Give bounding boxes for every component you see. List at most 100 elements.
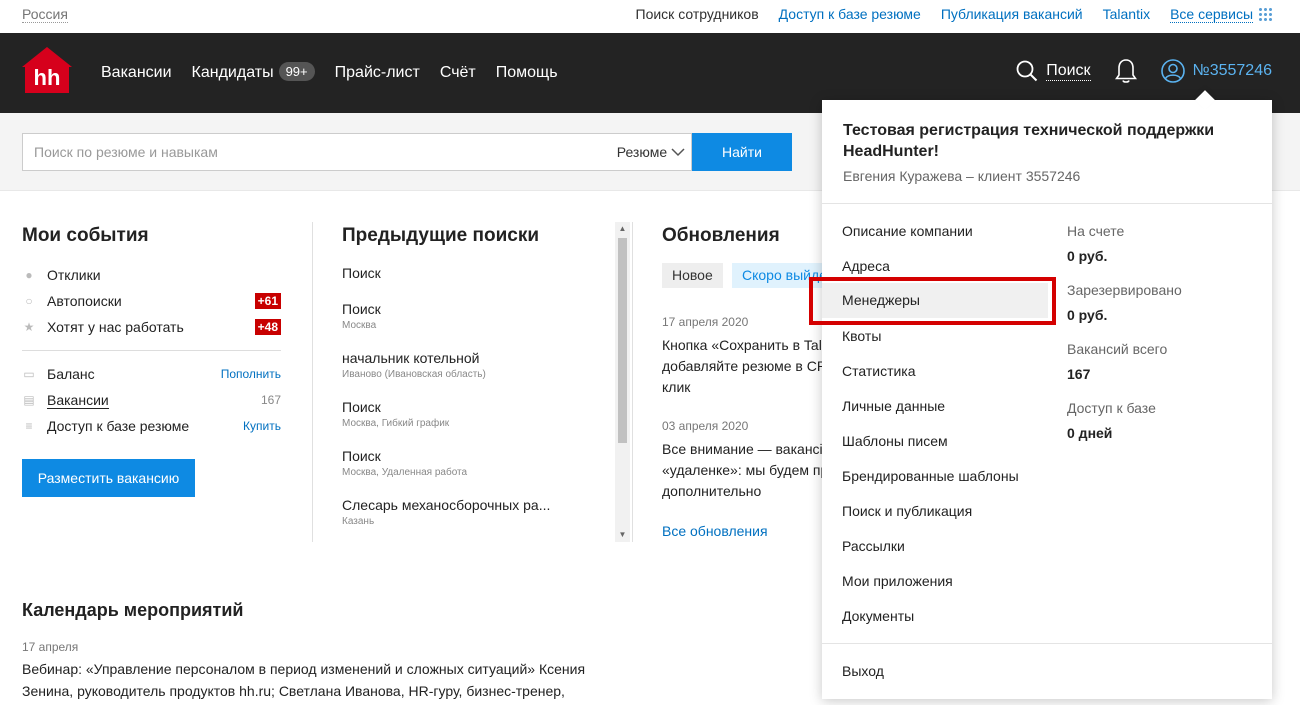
column-divider [312,222,313,542]
tab-new[interactable]: Новое [662,263,723,288]
event-label: Хотят у нас работать [47,319,184,335]
search-box: Резюме [22,133,692,171]
all-services-label: Все сервисы [1170,6,1253,23]
hh-logo[interactable]: hh [22,47,72,93]
user-icon [1160,59,1185,83]
stat-label: Вакансий всего [1067,341,1168,357]
search-icon[interactable] [1016,60,1038,82]
prev-search-item[interactable]: Поиск [342,265,610,281]
update-item[interactable]: 17 апреля 2020 Кнопка «Сохранить в Tal до… [662,315,822,398]
resume-search-input[interactable] [23,134,603,170]
calendar-title: Календарь мероприятий [22,600,244,620]
top-link-find-employees[interactable]: Поиск сотрудников [636,6,759,22]
menu-letter-templates[interactable]: Шаблоны писем [842,433,948,449]
post-vacancy-button[interactable]: Разместить вакансию [22,459,195,497]
search-submit-button[interactable]: Найти [692,133,792,171]
top-link-talantix[interactable]: Talantix [1103,6,1150,22]
account-menu-toggle[interactable]: №3557246 [1160,59,1272,83]
top-up-link[interactable]: Пополнить [221,367,281,381]
stat-db-access: Доступ к базе 0 дней [1067,400,1156,441]
resume-access-row: ≡ Доступ к базе резюме Купить [22,418,281,434]
buy-access-link[interactable]: Купить [243,419,281,433]
bell-icon[interactable] [1114,58,1137,84]
events-divider [22,350,281,351]
update-line: дополнительно [662,483,762,499]
top-link-resume-access[interactable]: Доступ к базе резюме [779,6,921,22]
scrollbar-thumb[interactable] [618,238,627,443]
prev-search-title: Поиск [342,399,381,415]
menu-search-publication[interactable]: Поиск и публикация [842,503,972,519]
stat-value: 167 [1067,366,1091,382]
column-divider [632,222,633,542]
update-line: «удаленке»: мы будем пр [662,462,822,478]
prev-searches-scrollbar[interactable]: ▲ ▼ [615,222,630,542]
stat-label: Зарезервировано [1067,282,1182,298]
update-item[interactable]: 03 апреля 2020 Все внимание — вакансі «уд… [662,419,822,502]
prev-search-region: Москва, Удаленная работа [342,467,468,478]
database-icon: ≡ [25,419,33,433]
menu-my-apps[interactable]: Мои приложения [842,573,953,589]
prev-search-item[interactable]: Слесарь механосборочных ра... Казань [342,497,610,528]
top-link-all-services[interactable]: Все сервисы [1170,6,1272,23]
menu-documents[interactable]: Документы [842,608,914,624]
menu-statistics[interactable]: Статистика [842,363,916,379]
main-nav: Вакансии Кандидаты 99+ Прайс-лист Счёт По… [101,62,558,84]
prev-search-item[interactable]: Поиск Москва [342,301,610,332]
prev-search-item[interactable]: Поиск Москва, Гибкий график [342,399,610,430]
prev-search-title: Слесарь механосборочных ра... [342,497,551,513]
event-autosearches[interactable]: ○ Автопоиски +61 [22,293,281,309]
nav-price-list[interactable]: Прайс-лист [335,62,420,84]
menu-company-description[interactable]: Описание компании [842,223,973,239]
prev-search-item[interactable]: начальник котельной Иваново (Ивановская о… [342,350,610,381]
update-date: 17 апреля 2020 [662,315,749,329]
document-icon: ▤ [23,393,35,407]
event-label: Автопоиски [47,293,122,309]
highlight-annotation-box [809,277,1056,325]
prev-search-title: Поиск [342,265,381,281]
prev-search-title: Поиск [342,448,381,464]
prev-searches-title: Предыдущие поиски [342,225,540,246]
autosearch-badge: +61 [254,293,281,309]
vacancies-link[interactable]: Вакансии [47,392,109,409]
grid-icon [1258,7,1272,21]
balance-row: ▭ Баланс Пополнить [22,366,281,382]
prev-search-region: Москва, Гибкий график [342,418,450,429]
nav-help[interactable]: Помощь [496,62,558,84]
menu-addresses[interactable]: Адреса [842,258,890,274]
stat-value: 0 дней [1067,425,1113,441]
top-links: Поиск сотрудников Доступ к базе резюме П… [636,6,1272,23]
calendar-event-text[interactable]: Вебинар: «Управление персоналом в период… [22,658,632,702]
menu-logout[interactable]: Выход [842,663,884,679]
nav-vacancies[interactable]: Вакансии [101,62,172,84]
menu-mailings[interactable]: Рассылки [842,538,905,554]
search-type-select[interactable]: Резюме [617,144,685,160]
dropdown-divider [822,203,1272,204]
nav-account[interactable]: Счёт [440,62,476,84]
prev-search-region: Москва [342,320,377,331]
wallet-icon: ▭ [23,367,35,381]
resume-access-label: Доступ к базе резюме [47,418,190,434]
company-name: Тестовая регистрация технической поддерж… [843,122,1215,160]
scroll-up-arrow-icon[interactable]: ▲ [615,222,630,236]
region-selector[interactable]: Россия [22,6,68,23]
stat-reserved: Зарезервировано 0 руб. [1067,282,1182,323]
menu-branded-templates[interactable]: Брендированные шаблоны [842,468,1019,484]
header-right: Поиск №3557246 [1016,58,1272,84]
menu-quotas[interactable]: Квоты [842,328,881,344]
vacancies-count: 167 [260,393,281,407]
calendar-date: 17 апреля [22,640,79,654]
top-link-publish-vacancies[interactable]: Публикация вакансий [941,6,1083,22]
scroll-down-arrow-icon[interactable]: ▼ [615,528,630,542]
prev-search-item[interactable]: Поиск Москва, Удаленная работа [342,448,610,479]
client-info: Евгения Куражева – клиент 3557246 [843,168,1081,184]
menu-personal-data[interactable]: Личные данные [842,398,945,414]
update-line: добавляйте резюме в CR [662,358,822,374]
stat-vacancies-total: Вакансий всего 167 [1067,341,1167,382]
all-updates-link[interactable]: Все обновления [662,523,768,539]
prev-search-region: Иваново (Ивановская область) [342,369,486,380]
header-search-link[interactable]: Поиск [1046,62,1091,81]
nav-candidates[interactable]: Кандидаты 99+ [192,62,315,84]
logo-text: hh [34,65,61,90]
event-responses[interactable]: ● Отклики [22,267,281,283]
event-want-to-work[interactable]: ★ Хотят у нас работать +48 [22,319,281,335]
